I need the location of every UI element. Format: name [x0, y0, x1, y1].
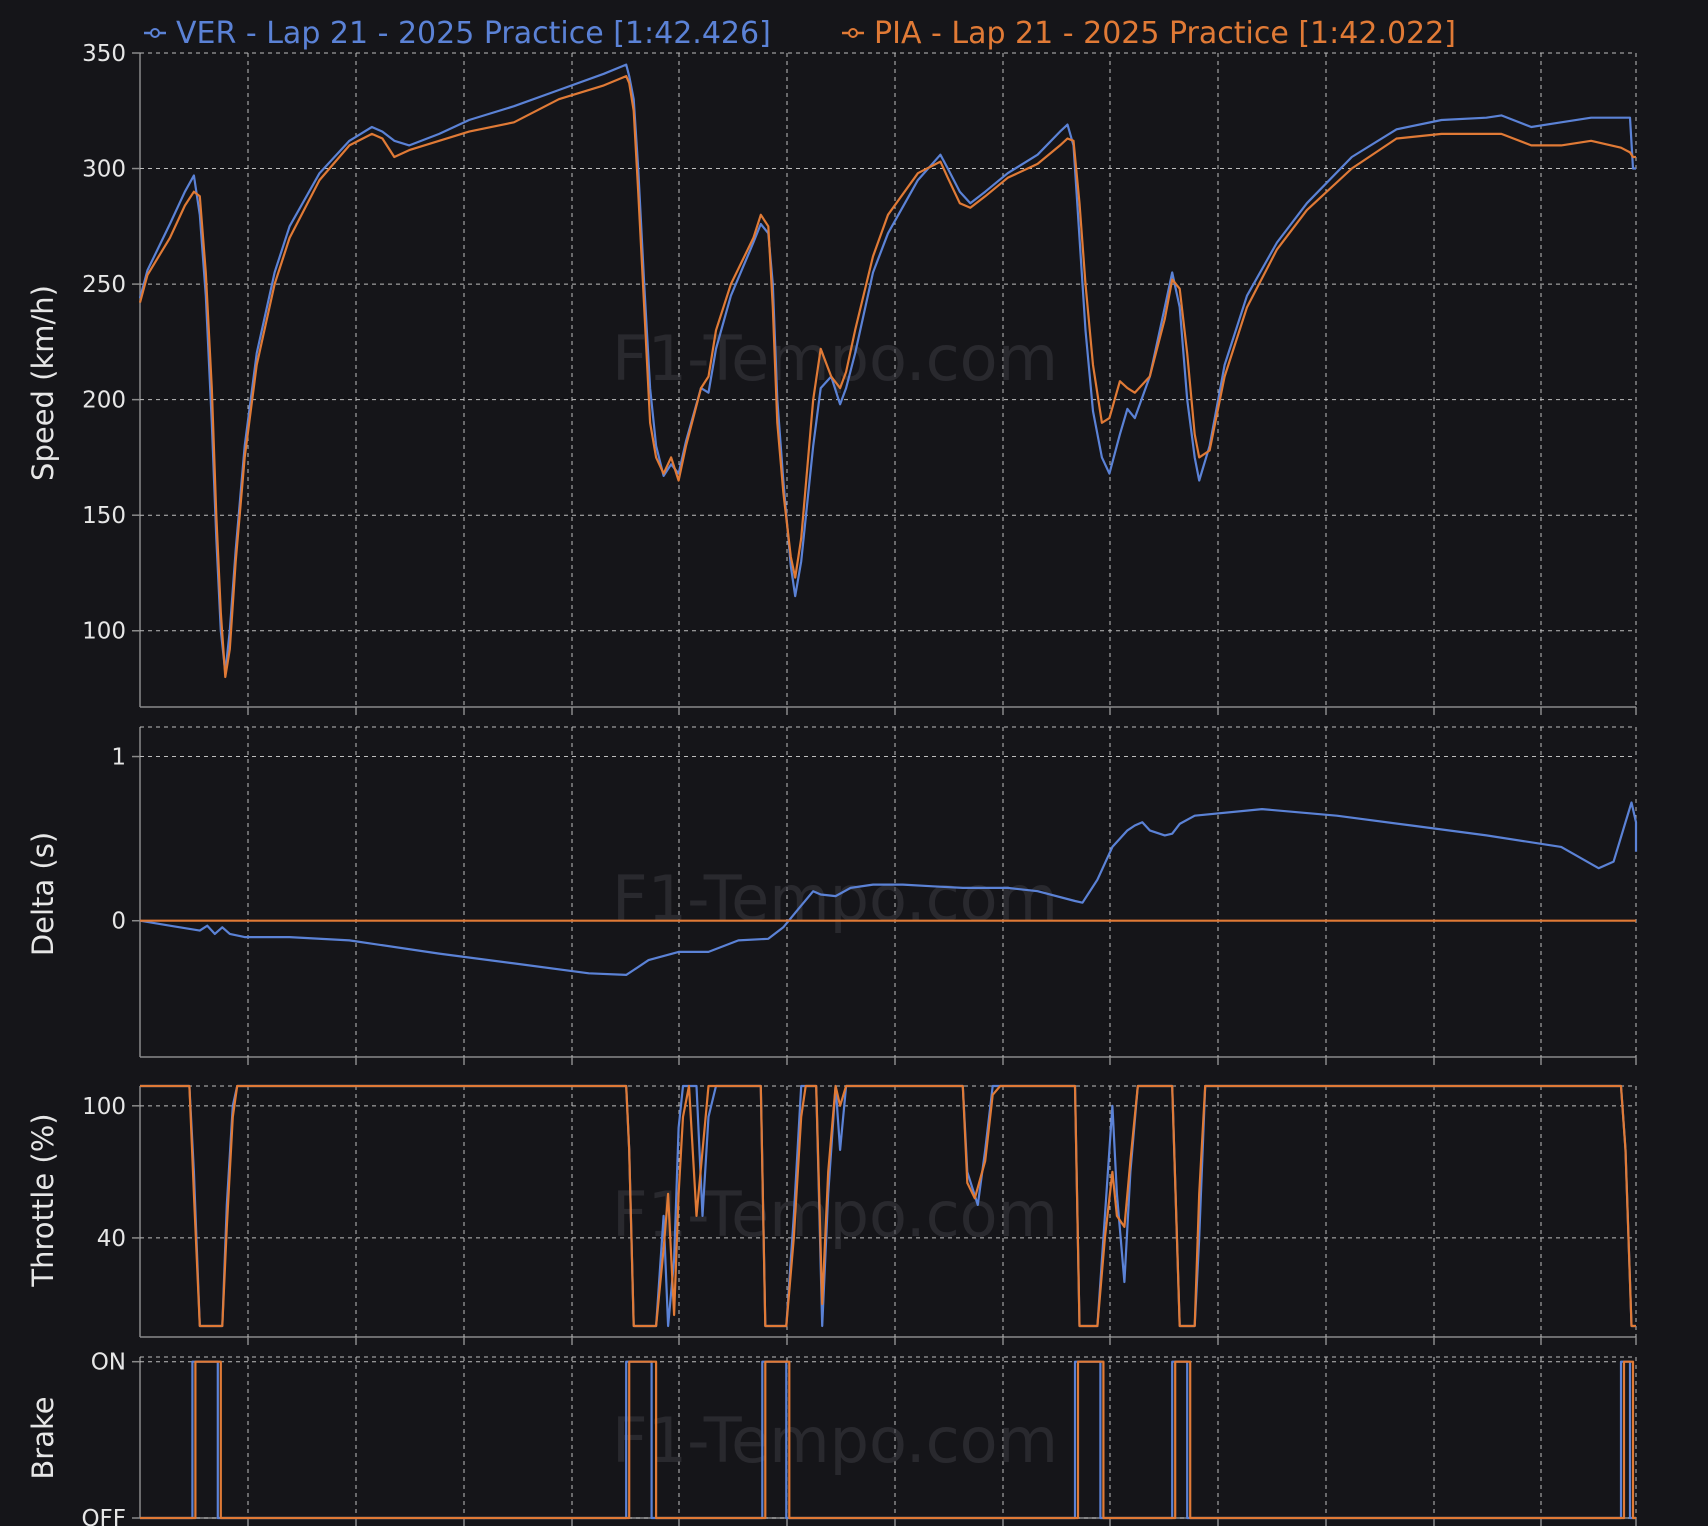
- watermark: F1-Tempo.com: [612, 1404, 1058, 1477]
- delta-tick-label: 1: [111, 745, 126, 771]
- chart-background: [0, 0, 1708, 1526]
- throttle-tick-label: 40: [97, 1226, 126, 1252]
- brake-axis-label: Brake: [26, 1396, 60, 1479]
- legend-marker-ver: [150, 28, 160, 38]
- legend-item-ver[interactable]: VER - Lap 21 - 2025 Practice [1:42.426]: [144, 16, 771, 51]
- watermark: F1-Tempo.com: [612, 322, 1058, 395]
- speed-tick-label: 250: [82, 272, 126, 298]
- legend-marker-pia: [848, 28, 858, 38]
- brake-tick-label: ON: [91, 1350, 126, 1376]
- legend-item-pia[interactable]: PIA - Lap 21 - 2025 Practice [1:42.022]: [842, 16, 1456, 51]
- throttle-tick-label: 100: [82, 1094, 126, 1120]
- legend-label-ver: VER - Lap 21 - 2025 Practice [1:42.426]: [176, 16, 771, 51]
- delta-axis-label: Delta (s): [26, 832, 60, 956]
- delta-tick-label: 0: [111, 909, 126, 935]
- speed-tick-label: 350: [82, 41, 126, 67]
- speed-axis-label: Speed (km/h): [26, 285, 60, 481]
- throttle-axis-label: Throttle (%): [26, 1113, 60, 1287]
- watermark: F1-Tempo.com: [612, 862, 1058, 935]
- brake-tick-label: OFF: [81, 1506, 126, 1526]
- telemetry-chart: VER - Lap 21 - 2025 Practice [1:42.426] …: [0, 0, 1708, 1526]
- legend-label-pia: PIA - Lap 21 - 2025 Practice [1:42.022]: [874, 16, 1456, 51]
- speed-tick-label: 300: [82, 157, 126, 183]
- speed-tick-label: 100: [82, 619, 126, 645]
- speed-tick-label: 200: [82, 388, 126, 414]
- speed-tick-label: 150: [82, 503, 126, 529]
